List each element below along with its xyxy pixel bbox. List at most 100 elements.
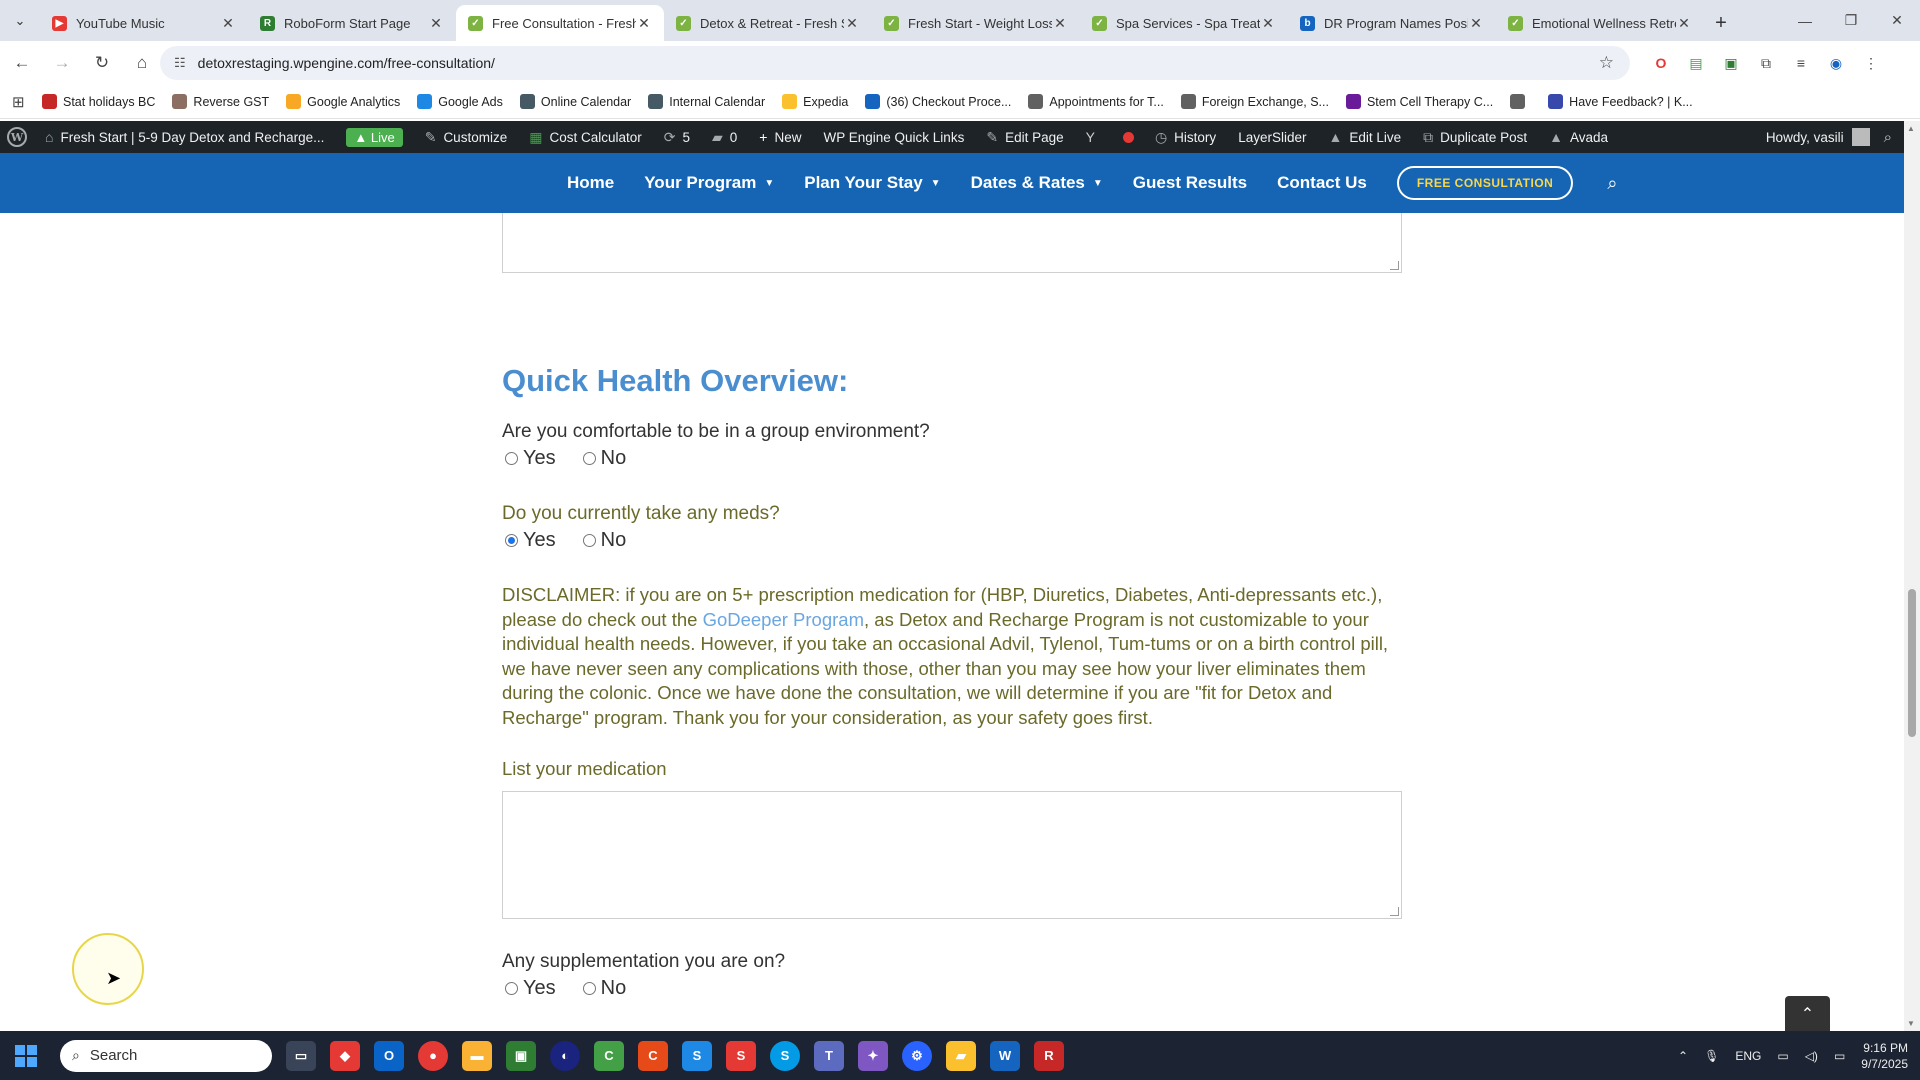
wp-comments[interactable]: ▰ 0 [701,121,748,153]
page-scrollbar[interactable]: ▲ ▼ [1904,121,1920,1031]
scroll-to-top-button[interactable]: ⌃ [1785,996,1830,1031]
godeeper-program-link[interactable]: GoDeeper Program [703,609,864,630]
wp-updates[interactable]: ⟳ 5 [653,121,701,153]
supp-no-radio[interactable] [582,982,596,995]
start-button[interactable] [0,1044,52,1067]
taskbar-search[interactable]: ⌕ Search [60,1039,272,1072]
language-indicator[interactable]: ENG [1735,1049,1761,1063]
wp-account[interactable]: Howdy, vasili ⌕ [1766,121,1892,153]
bookmark-item[interactable]: Google Analytics [286,94,400,109]
browser-tab[interactable]: ✓ Fresh Start - Weight Loss ✕ [872,5,1080,41]
tab-close-icon[interactable]: ✕ [428,15,444,32]
bookmark-item[interactable]: Have Feedback? | K... [1548,94,1693,109]
teams-icon[interactable]: T [814,1040,844,1071]
address-bar[interactable]: ☷ detoxrestaging.wpengine.com/free-consu… [160,46,1630,80]
tab-close-icon[interactable]: ✕ [1260,15,1276,32]
wp-site-name[interactable]: ⌂ Fresh Start | 5-9 Day Detox and Recharg… [34,121,335,153]
bookmark-item[interactable]: Reverse GST [172,94,269,109]
browser-tab[interactable]: ✓ Emotional Wellness Retre ✕ [1496,5,1704,41]
wp-live-badge[interactable]: ▲ Live [335,121,413,153]
tray-expand-icon[interactable]: ⌃ [1678,1049,1688,1063]
restore-icon[interactable]: ❐ [1828,0,1874,41]
back-icon[interactable]: ← [4,45,40,81]
word-icon[interactable]: W [990,1040,1020,1071]
bookmark-item[interactable]: Internal Calendar [648,94,765,109]
reload-icon[interactable]: ↻ [84,45,120,81]
new-tab-button[interactable]: + [1704,5,1738,41]
copilot-icon[interactable]: ✦ [858,1040,888,1071]
minimize-icon[interactable]: — [1782,0,1828,41]
chart-extension-icon[interactable]: ▤ [1685,52,1707,74]
free-consultation-button[interactable]: FREE CONSULTATION [1396,166,1574,200]
wp-edit-page[interactable]: ✎ Edit Page [975,121,1074,153]
tab-close-icon[interactable]: ✕ [1052,15,1068,32]
roboform-extension-icon[interactable]: ▣ [1720,52,1742,74]
browser-tab[interactable]: ✓ Detox & Retreat - Fresh S ✕ [664,5,872,41]
chrome-icon[interactable]: ● [418,1040,448,1071]
volume-icon[interactable]: ◁) [1805,1049,1818,1063]
wordpress-logo-icon[interactable]: W [0,121,34,153]
meds-no-option[interactable]: No [582,529,626,552]
previous-textarea[interactable] [502,213,1402,273]
chrome-settings-icon[interactable]: ⚙ [902,1040,932,1071]
wp-customize[interactable]: ✎ Customize [414,121,519,153]
microphone-icon[interactable]: 🎙 [1704,1049,1719,1063]
meds-yes-radio[interactable] [505,534,518,547]
wp-search-icon[interactable]: ⌕ [1884,129,1892,146]
browser-tab[interactable]: R RoboForm Start Page ✕ [248,5,456,41]
nav-contact-us[interactable]: Contact Us [1277,173,1367,193]
supp-no-option[interactable]: No [582,977,626,1000]
wp-new[interactable]: + New [748,121,812,153]
extensions-puzzle-icon[interactable]: ⧉ [1755,52,1777,74]
site-info-icon[interactable]: ☷ [174,55,186,71]
camtasia-icon[interactable]: C [638,1040,668,1071]
task-view-icon[interactable]: ▭ [286,1040,316,1071]
roboform-icon[interactable]: ▣ [506,1040,536,1071]
media-app-icon[interactable]: ◐ [550,1040,580,1071]
wp-layerslider[interactable]: LayerSlider [1227,121,1317,153]
wp-edit-live[interactable]: ▲ Edit Live [1317,121,1412,153]
nav-your-program[interactable]: Your Program ▼ [644,173,774,193]
search-icon[interactable]: ⌕ [1607,173,1617,194]
outlook-icon[interactable]: O [374,1040,404,1071]
nav-dates-rates[interactable]: Dates & Rates ▼ [971,173,1103,193]
wp-duplicate-post[interactable]: ⧉ Duplicate Post [1412,121,1538,153]
bookmark-item[interactable] [1510,94,1531,109]
camtasia-green-icon[interactable]: C [594,1040,624,1071]
nav-home[interactable]: Home [567,173,614,193]
roboform-r-icon[interactable]: R [1034,1040,1064,1071]
scroll-up-icon[interactable]: ▲ [1907,124,1915,133]
tab-search-icon[interactable]: ⌄ [0,0,40,41]
close-window-icon[interactable]: ✕ [1874,0,1920,41]
tab-close-icon[interactable]: ✕ [844,15,860,32]
bookmark-item[interactable]: Google Ads [417,94,503,109]
group-no-option[interactable]: No [582,447,626,470]
file-explorer-icon[interactable]: ▬ [462,1040,492,1071]
bookmark-item[interactable]: Expedia [782,94,848,109]
group-no-radio[interactable] [582,452,596,465]
bookmark-item[interactable]: Stem Cell Therapy C... [1345,94,1493,109]
forward-icon[interactable]: → [44,45,80,81]
snagit-icon[interactable]: S [682,1040,712,1071]
group-yes-radio[interactable] [505,452,518,465]
bookmark-item[interactable]: Online Calendar [519,94,631,109]
scroll-down-icon[interactable]: ▼ [1907,1019,1915,1028]
supp-yes-radio[interactable] [505,982,518,995]
browser-tab[interactable]: ▶ YouTube Music ✕ [40,5,248,41]
wp-cost-calculator[interactable]: ▦ Cost Calculator [518,121,653,153]
snagit-red-icon[interactable]: S [726,1040,756,1071]
wp-history[interactable]: ◷ History [1144,121,1227,153]
supp-yes-option[interactable]: Yes [505,977,556,1000]
skype-icon[interactable]: S [770,1040,800,1071]
tab-close-icon[interactable]: ✕ [636,15,652,32]
tab-close-icon[interactable]: ✕ [220,15,236,32]
network-icon[interactable]: ▭ [1777,1049,1788,1063]
battery-icon[interactable]: ▭ [1834,1049,1845,1063]
browser-tab[interactable]: b DR Program Names Posit ✕ [1288,5,1496,41]
scrollbar-thumb[interactable] [1908,589,1916,737]
apps-grid-icon[interactable]: ⊞ [12,93,42,111]
nav-plan-your-stay[interactable]: Plan Your Stay ▼ [804,173,940,193]
bookmark-item[interactable]: Stat holidays BC [42,94,155,109]
meds-yes-option[interactable]: Yes [505,529,556,552]
tab-close-icon[interactable]: ✕ [1468,15,1484,32]
